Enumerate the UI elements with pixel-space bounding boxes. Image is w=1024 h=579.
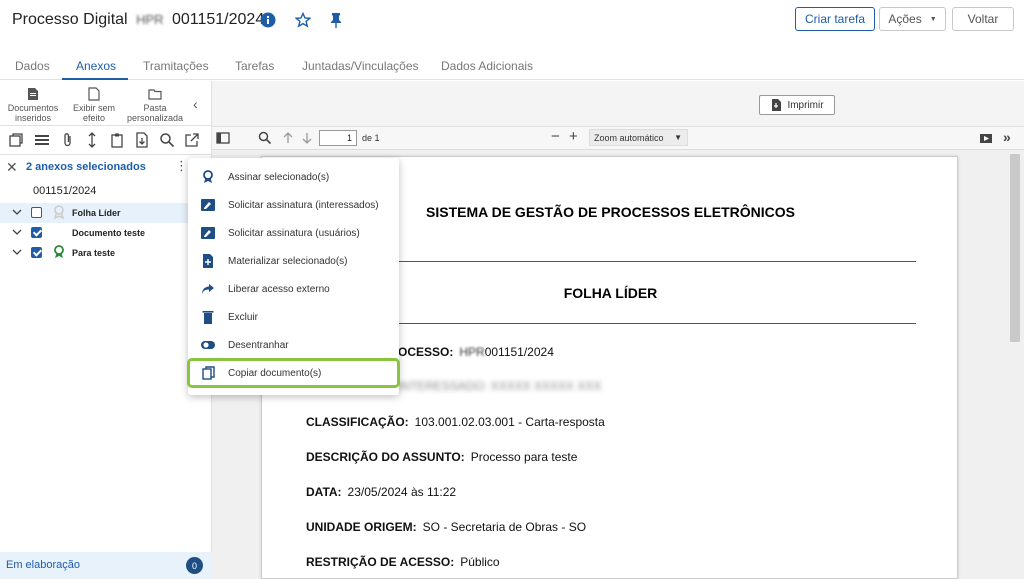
page-title: Processo Digital HPR 001151/2024 — [12, 11, 265, 28]
clipboard-icon[interactable] — [109, 132, 125, 148]
context-menu: Assinar selecionado(s) Solicitar assinat… — [187, 158, 400, 395]
signature-icon — [201, 199, 215, 211]
checkbox[interactable] — [31, 247, 42, 258]
clear-selection-icon[interactable]: ✕ — [6, 159, 18, 176]
file-add-icon — [203, 254, 213, 268]
viewer-top-bar — [212, 81, 1024, 127]
page-total: de 1 — [362, 133, 380, 143]
tab-bar: Dados Anexos Tramitações Tarefas Juntada… — [0, 56, 1024, 80]
pin-icon[interactable] — [326, 10, 346, 30]
menu-item-unattach[interactable]: Desentranhar — [188, 332, 399, 358]
list-icon[interactable] — [34, 132, 50, 148]
field-restriction: RESTRIÇÃO DE ACESSO: Público — [306, 555, 500, 569]
selection-count: 2 anexos selecionados — [26, 161, 146, 173]
menu-item-delete[interactable]: Excluir — [188, 304, 399, 330]
tab-dados-adicionais[interactable]: Dados Adicionais — [441, 59, 533, 73]
tree-item-documento-teste[interactable]: Documento teste — [0, 223, 212, 243]
tab-tarefas[interactable]: Tarefas — [235, 59, 274, 73]
page-header: Processo Digital HPR 001151/2024 Criar t… — [0, 0, 1024, 48]
sidebar-toggle-icon[interactable] — [216, 131, 230, 145]
folder-edit-icon — [148, 89, 162, 100]
more-options-icon[interactable]: ⋮ — [175, 158, 188, 174]
zoom-select[interactable]: Zoom automático ▼ — [589, 129, 688, 146]
info-icon[interactable] — [258, 10, 278, 30]
signed-ribbon-icon — [54, 245, 64, 258]
file-icon — [772, 99, 782, 111]
status-bar[interactable]: Em elaboração 0 — [0, 552, 212, 579]
signature-icon — [201, 227, 215, 239]
field-blurred: INTERESSADO: XXXXX XXXXX XXX — [398, 379, 602, 393]
paperclip-icon[interactable] — [60, 132, 76, 148]
zoom-in-icon[interactable]: + — [569, 128, 578, 145]
process-node[interactable]: 001151/2024 — [0, 182, 212, 202]
selection-row: ✕ 2 anexos selecionados ⋮ — [0, 157, 212, 179]
copy-icon — [202, 366, 215, 380]
ribbon-icon — [53, 205, 65, 219]
show-no-effect-button[interactable]: Exibir sem efeito — [68, 87, 120, 123]
actions-dropdown-button[interactable]: Ações ▼ — [879, 7, 946, 31]
arrow-up-icon[interactable] — [281, 131, 295, 145]
star-icon[interactable] — [293, 10, 313, 30]
active-tab-indicator — [62, 78, 128, 80]
divider — [0, 125, 212, 126]
process-code-blurred: HPR — [136, 12, 164, 27]
back-button[interactable]: Voltar — [952, 7, 1014, 31]
documents-inserted-button[interactable]: Documentos inseridos — [5, 87, 61, 123]
search-icon[interactable] — [159, 132, 175, 148]
copy-pages-icon[interactable] — [8, 132, 24, 148]
chevron-down-icon[interactable] — [12, 247, 22, 257]
document-icon — [28, 88, 38, 100]
tab-tramitacoes[interactable]: Tramitações — [143, 59, 209, 73]
trash-icon — [202, 311, 214, 324]
checkbox[interactable] — [31, 207, 42, 218]
caret-down-icon: ▼ — [929, 15, 937, 23]
sort-vertical-icon[interactable] — [84, 132, 100, 148]
document-outline-icon — [88, 87, 100, 101]
menu-item-request-signature-users[interactable]: Solicitar assinatura (usuários) — [188, 220, 399, 246]
tree-item-folha-lider[interactable]: Folha Líder — [0, 203, 212, 223]
field-process: OCESSO: HPR001151/2024 — [398, 345, 554, 359]
status-label: Em elaboração — [6, 559, 80, 571]
field-classification: CLASSIFICAÇÃO: 103.001.02.03.001 - Carta-… — [306, 415, 605, 429]
attachments-panel — [0, 81, 212, 579]
scrollbar-thumb[interactable] — [1010, 154, 1020, 342]
search-icon[interactable] — [258, 131, 272, 145]
ribbon-icon — [203, 170, 213, 183]
chevron-down-icon: ▼ — [674, 133, 682, 142]
page-number-input[interactable]: 1 — [319, 130, 357, 146]
field-subject: DESCRIÇÃO DO ASSUNTO: Processo para teste — [306, 450, 578, 464]
divider — [0, 154, 212, 155]
arrow-down-icon[interactable] — [300, 131, 314, 145]
menu-item-materialize[interactable]: Materializar selecionado(s) — [188, 248, 399, 274]
collapse-panel-icon[interactable]: ‹ — [193, 96, 198, 112]
presentation-mode-icon[interactable] — [979, 131, 993, 145]
tab-dados[interactable]: Dados — [15, 59, 50, 73]
tree-item-para-teste[interactable]: Para teste — [0, 243, 212, 263]
custom-folder-button[interactable]: Pasta personalizada — [124, 87, 186, 123]
tab-anexos[interactable]: Anexos — [76, 59, 116, 73]
menu-item-request-signature-interested[interactable]: Solicitar assinatura (interessados) — [188, 192, 399, 218]
chevron-down-icon[interactable] — [12, 227, 22, 237]
field-date: DATA: 23/05/2024 às 11:22 — [306, 485, 457, 499]
status-count-badge: 0 — [186, 557, 203, 574]
print-button[interactable]: Imprimir — [759, 95, 835, 115]
menu-item-copy-documents[interactable]: Copiar documento(s) — [187, 358, 400, 388]
toggle-icon — [201, 341, 215, 349]
zoom-out-icon[interactable]: − — [551, 128, 560, 145]
checkbox[interactable] — [31, 227, 42, 238]
create-task-button[interactable]: Criar tarefa — [795, 7, 875, 31]
open-external-icon[interactable] — [184, 132, 200, 148]
field-origin: UNIDADE ORIGEM: SO - Secretaria de Obras … — [306, 520, 587, 534]
menu-item-external-access[interactable]: Liberar acesso externo — [188, 276, 399, 302]
viewer-scrollbar[interactable] — [1007, 150, 1024, 579]
share-icon — [202, 284, 214, 294]
more-tools-icon[interactable]: » — [1003, 129, 1011, 145]
tab-juntadas[interactable]: Juntadas/Vinculações — [302, 59, 419, 73]
chevron-down-icon[interactable] — [12, 207, 22, 217]
file-download-icon[interactable] — [134, 132, 150, 148]
menu-item-sign[interactable]: Assinar selecionado(s) — [188, 164, 399, 190]
